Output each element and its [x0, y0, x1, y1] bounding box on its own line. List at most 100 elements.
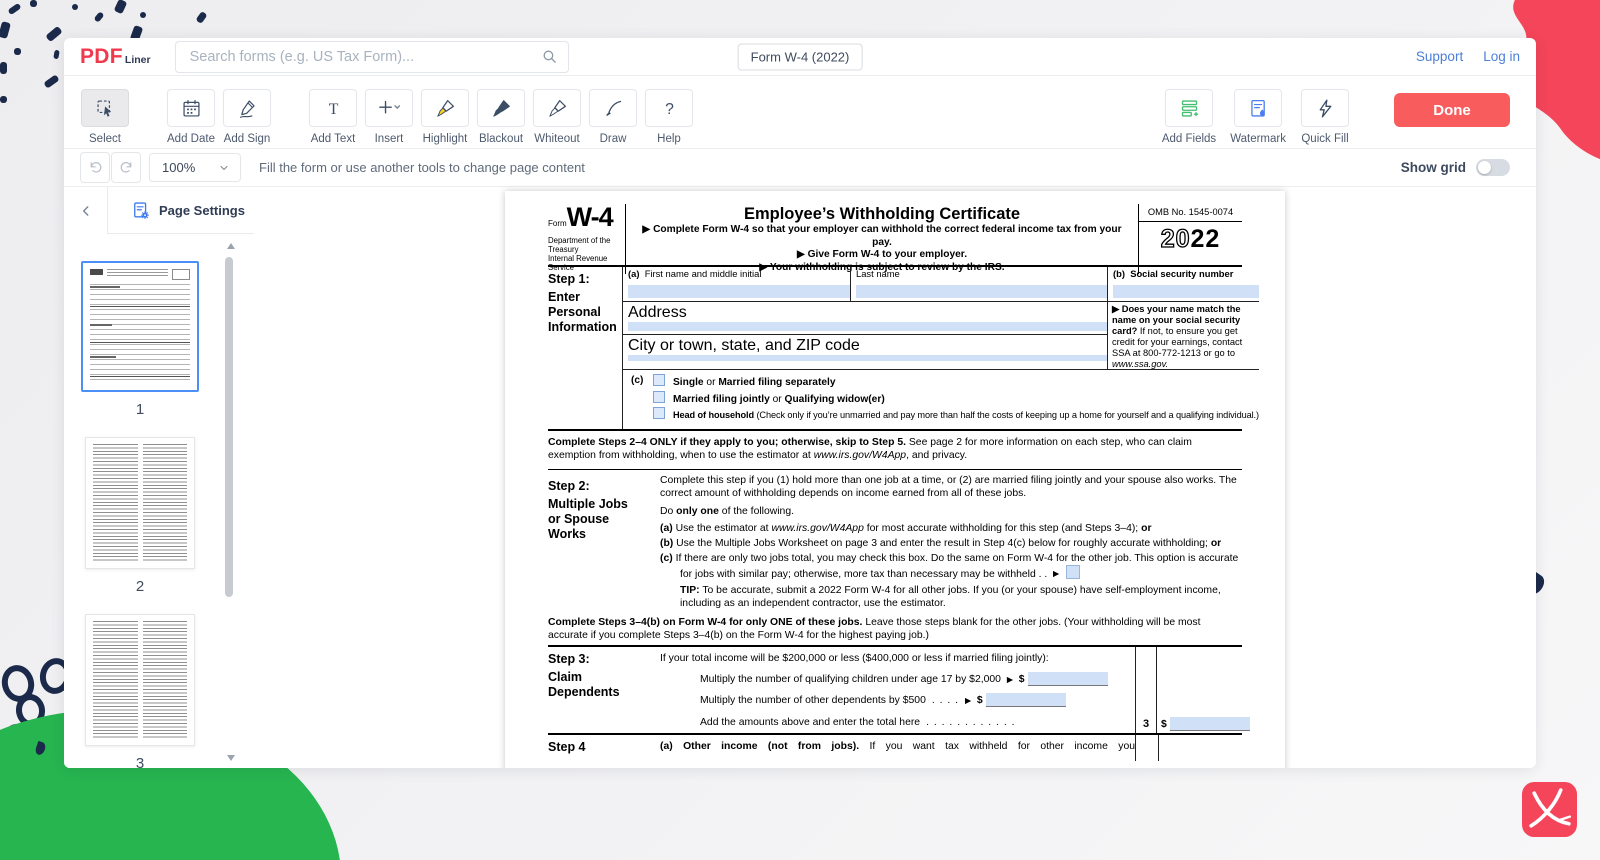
- draw-button[interactable]: Draw: [588, 89, 638, 145]
- insert-button[interactable]: Insert: [364, 89, 414, 145]
- address-field[interactable]: [628, 322, 1107, 331]
- address-label: Address: [628, 304, 1107, 322]
- other-dependents-amount-field[interactable]: [986, 693, 1066, 707]
- last-name-label: Last name: [856, 269, 1107, 279]
- zoom-level-value: 100%: [162, 160, 218, 175]
- select-tool-button[interactable]: Select: [80, 89, 130, 145]
- page-settings-button[interactable]: Page Settings: [131, 201, 245, 221]
- toolbar: Select Add Date Add Sign: [64, 76, 1536, 149]
- form-bullet2: ▶ Give Form W-4 to your employer.: [632, 249, 1132, 262]
- editor-content: Page Settings: [64, 187, 1536, 768]
- step4-option-a: (a) Other income (not from jobs). If you…: [660, 735, 1135, 761]
- logo-text-liner: Liner: [125, 54, 151, 66]
- sidebar-scrollbar-thumb[interactable]: [225, 257, 233, 597]
- done-button[interactable]: Done: [1394, 93, 1510, 127]
- step2-option-a: (a) Use the estimator at www.irs.gov/W4A…: [660, 522, 1242, 535]
- signature-pen-icon: [237, 98, 258, 119]
- search-input[interactable]: [188, 48, 541, 66]
- head-of-household-checkbox[interactable]: [653, 407, 665, 419]
- step3-name: Claim Dependents: [548, 670, 660, 700]
- help-button[interactable]: ? Help: [644, 89, 694, 145]
- last-name-field[interactable]: [856, 285, 1107, 298]
- whiteout-button[interactable]: Whiteout: [532, 89, 582, 145]
- show-grid-toggle[interactable]: [1476, 159, 1510, 176]
- add-text-button[interactable]: T Add Text: [308, 89, 358, 145]
- search-icon[interactable]: [541, 48, 558, 65]
- city-field[interactable]: [628, 355, 1107, 361]
- chevron-down-icon: [218, 162, 230, 174]
- sidebar-scroll-up-arrow[interactable]: [227, 243, 235, 249]
- pdfliner-logo[interactable]: PDF Liner: [80, 45, 151, 69]
- page-settings-title: Page Settings: [159, 203, 245, 218]
- page-number-label: 2: [136, 578, 144, 595]
- city-label: City or town, state, and ZIP code: [628, 337, 1107, 355]
- step3-total-field[interactable]: [1170, 717, 1250, 731]
- pdfliner-corner-logo: [1522, 782, 1577, 837]
- step3-dependents-line: Multiply the number of other dependents …: [660, 693, 1135, 707]
- login-link[interactable]: Log in: [1483, 49, 1520, 64]
- tool-label: Add Sign: [224, 133, 271, 145]
- blackout-brush-icon: [491, 98, 512, 119]
- search-form[interactable]: [175, 41, 569, 73]
- sidebar-scroll-down-arrow[interactable]: [227, 755, 235, 761]
- first-name-field[interactable]: [628, 285, 850, 298]
- step2-option-b: (b) Use the Multiple Jobs Worksheet on p…: [660, 537, 1242, 550]
- highlight-brush-icon: [435, 98, 456, 119]
- form-year: 2022: [1139, 226, 1242, 252]
- highlight-button[interactable]: Highlight: [420, 89, 470, 145]
- two-jobs-checkbox[interactable]: [1066, 565, 1080, 579]
- single-checkbox[interactable]: [653, 374, 665, 386]
- support-link[interactable]: Support: [1416, 49, 1463, 64]
- tool-label: Select: [89, 133, 121, 145]
- svg-text:?: ?: [665, 100, 674, 117]
- add-fields-icon: [1179, 98, 1200, 119]
- step4-number-column: [1135, 735, 1159, 761]
- first-name-label: (a) First name and middle initial: [628, 269, 850, 279]
- text-icon: T: [323, 98, 344, 119]
- step4-label: Step 4: [548, 735, 660, 761]
- ssn-field[interactable]: [1113, 285, 1259, 298]
- add-fields-button[interactable]: Add Fields: [1162, 89, 1216, 145]
- app-window: PDF Liner Form W-4 (2022) Support Log in: [64, 38, 1536, 768]
- omb-number: OMB No. 1545-0074: [1139, 204, 1242, 222]
- add-date-button[interactable]: Add Date: [166, 89, 216, 145]
- step1-section: Step 1: Enter Personal Information (a) F…: [548, 267, 1242, 431]
- step1-label: Step 1:: [548, 272, 622, 287]
- step2-tip: TIP: To be accurate, submit a 2022 Form …: [660, 584, 1242, 610]
- tool-label: Blackout: [479, 133, 523, 145]
- page-thumbnail-1[interactable]: [81, 261, 199, 392]
- redo-button[interactable]: [111, 152, 141, 183]
- page-number-label: 3: [136, 755, 144, 768]
- married-jointly-checkbox[interactable]: [653, 391, 665, 403]
- whiteout-brush-icon: [547, 98, 568, 119]
- qualifying-children-amount-field[interactable]: [1028, 672, 1108, 686]
- page-number-label: 1: [136, 401, 144, 418]
- page-thumbnail-3[interactable]: [85, 614, 195, 746]
- thumbnail-content: [90, 284, 190, 384]
- page-background: PDF Liner Form W-4 (2022) Support Log in: [0, 0, 1600, 860]
- thumbnail-content: [93, 621, 187, 739]
- tool-label: Quick Fill: [1301, 133, 1348, 145]
- sidebar-header-divider: [107, 187, 108, 234]
- blackout-button[interactable]: Blackout: [476, 89, 526, 145]
- svg-text:T: T: [328, 100, 338, 117]
- steps3-4-note: Complete Steps 3–4(b) on Form W-4 for on…: [548, 616, 1242, 647]
- quick-fill-button[interactable]: Quick Fill: [1300, 89, 1350, 145]
- toggle-knob: [1478, 161, 1491, 174]
- step1-name: Enter Personal Information: [548, 290, 622, 335]
- tool-label: Highlight: [423, 133, 468, 145]
- ssn-label: (b) Social security number: [1113, 269, 1259, 279]
- steps2-4-intro: Complete Steps 2–4 ONLY if they apply to…: [548, 431, 1242, 470]
- collapse-sidebar-button[interactable]: [64, 204, 107, 218]
- form-bullet1: ▶ Complete Form W-4 so that your employe…: [632, 224, 1132, 249]
- filing-status-marker: (c): [631, 374, 653, 423]
- form-number: W-4: [567, 202, 613, 232]
- page-thumbnail-2[interactable]: [85, 437, 195, 569]
- undo-button[interactable]: [80, 152, 110, 183]
- ssn-match-note: ▶ Does your name match the name on your …: [1108, 302, 1259, 369]
- step2-label: Step 2:: [548, 479, 660, 494]
- tool-label: Add Text: [311, 133, 356, 145]
- add-sign-button[interactable]: Add Sign: [222, 89, 272, 145]
- zoom-level-select[interactable]: 100%: [149, 153, 241, 182]
- watermark-button[interactable]: Watermark: [1230, 89, 1286, 145]
